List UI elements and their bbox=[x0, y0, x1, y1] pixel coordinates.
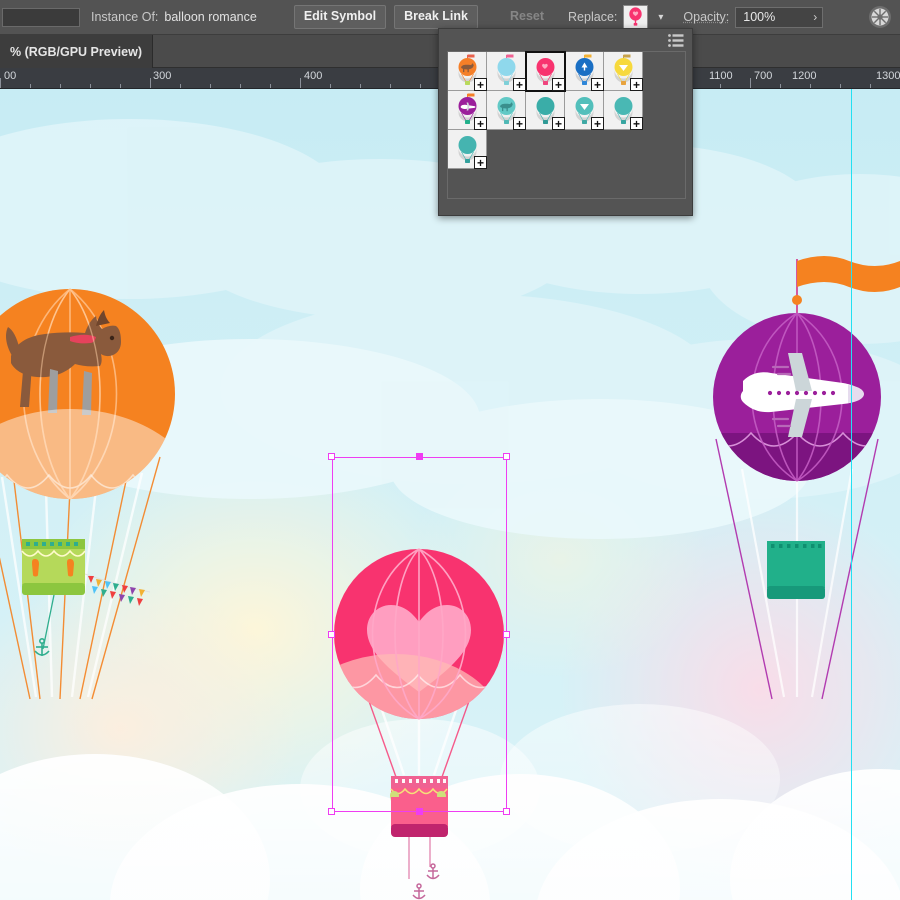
color-wheel-icon[interactable] bbox=[868, 5, 892, 29]
symbol-thumbnail-balloon-teal-diamond[interactable]: + bbox=[565, 91, 604, 130]
ruler-tick bbox=[780, 84, 781, 88]
instance-of-group: Instance Of: balloon romance bbox=[91, 10, 257, 24]
opacity-group: Opacity: 100% › bbox=[683, 6, 824, 28]
ruler-tick bbox=[90, 84, 91, 88]
ruler-label: 1200 bbox=[792, 70, 817, 82]
symbols-grid-row: + bbox=[448, 130, 685, 169]
reset-button: Reset bbox=[500, 5, 554, 29]
symbol-thumbnail-balloon-teal-c[interactable]: + bbox=[448, 130, 487, 169]
symbol-thumbnail-balloon-airplane-purple[interactable]: + bbox=[448, 91, 487, 130]
symbols-grid-row: + + + + + bbox=[448, 91, 685, 130]
ruler-tick bbox=[240, 84, 241, 88]
symbol-registration-plus-icon: + bbox=[474, 78, 487, 91]
ruler-tick bbox=[0, 78, 1, 88]
break-link-button[interactable]: Break Link bbox=[394, 5, 478, 29]
opacity-field[interactable]: 100% › bbox=[735, 6, 824, 28]
symbol-registration-plus-icon: + bbox=[513, 78, 526, 91]
ruler-label: 700 bbox=[754, 70, 773, 82]
basket bbox=[767, 541, 825, 599]
opacity-label[interactable]: Opacity: bbox=[683, 10, 729, 24]
symbol-thumbnail-balloon-teal-b[interactable]: + bbox=[604, 91, 643, 130]
balloon-romance-thumb-icon bbox=[629, 6, 643, 26]
symbol-thumbnail-balloon-dog-orange[interactable]: + bbox=[448, 52, 487, 91]
symbol-thumbnail-balloon-romance[interactable]: + bbox=[525, 51, 566, 92]
ruler-tick bbox=[810, 84, 811, 88]
symbols-panel-header bbox=[439, 29, 692, 51]
illustrator-window: Instance Of: balloon romance Edit Symbol… bbox=[0, 0, 900, 900]
ruler-label: 400 bbox=[304, 70, 323, 82]
replace-group: Replace: ▾ bbox=[568, 4, 667, 30]
vertical-guide[interactable] bbox=[851, 89, 852, 900]
ruler-label: 1100 bbox=[709, 70, 733, 82]
chevron-down-icon[interactable]: ▾ bbox=[654, 12, 667, 23]
replace-label: Replace: bbox=[568, 10, 618, 24]
symbol-registration-plus-icon: + bbox=[474, 156, 487, 169]
ruler-tick bbox=[210, 84, 211, 88]
ruler-tick bbox=[60, 84, 61, 88]
ruler-tick bbox=[300, 78, 301, 88]
ruler-tick bbox=[330, 84, 331, 88]
symbols-grid-row: + + + + + bbox=[448, 51, 685, 92]
symbol-thumbnail-balloon-lightblue[interactable]: + bbox=[487, 52, 526, 91]
symbol-name-input[interactable] bbox=[2, 7, 80, 27]
symbol-thumbnail-balloon-teal-dog[interactable]: + bbox=[487, 91, 526, 130]
symbol-registration-plus-icon: + bbox=[630, 78, 643, 91]
ruler-tick bbox=[150, 78, 151, 88]
symbols-grid[interactable]: + + + + + + + + + + + bbox=[447, 51, 686, 199]
ruler-tick bbox=[750, 78, 751, 88]
ruler-tick bbox=[270, 84, 271, 88]
ruler-label: 1300 bbox=[876, 70, 900, 82]
ruler-tick bbox=[720, 84, 721, 88]
symbol-registration-plus-icon: + bbox=[552, 117, 565, 130]
ruler-tick bbox=[390, 84, 391, 88]
symbol-registration-plus-icon: + bbox=[591, 78, 604, 91]
edit-symbol-button[interactable]: Edit Symbol bbox=[293, 5, 387, 29]
ruler-label: 300 bbox=[153, 70, 172, 82]
opacity-value: 100% bbox=[743, 10, 776, 24]
ruler-tick bbox=[360, 84, 361, 88]
ruler-tick bbox=[870, 84, 871, 88]
ruler-tick bbox=[120, 84, 121, 88]
instance-of-label: Instance Of: bbox=[91, 10, 159, 24]
ruler-tick bbox=[180, 84, 181, 88]
document-tab[interactable]: % (RGB/GPU Preview) bbox=[0, 35, 153, 68]
ruler-tick bbox=[420, 84, 421, 88]
ruler-tick bbox=[840, 84, 841, 88]
symbols-flyout-panel[interactable]: + + + + + + + + + + + bbox=[438, 28, 693, 216]
symbol-registration-plus-icon: + bbox=[474, 117, 487, 130]
panel-menu-icon[interactable] bbox=[668, 34, 684, 47]
symbol-thumbnail-balloon-blue[interactable]: + bbox=[565, 52, 604, 91]
document-tab-label: % (RGB/GPU Preview) bbox=[10, 44, 142, 59]
symbol-registration-plus-icon: + bbox=[630, 117, 643, 130]
symbol-registration-plus-icon: + bbox=[513, 117, 526, 130]
chevron-right-icon[interactable]: › bbox=[813, 10, 817, 24]
replace-symbol-swatch[interactable] bbox=[623, 4, 649, 30]
symbol-thumbnail-balloon-teal-a[interactable]: + bbox=[526, 91, 565, 130]
symbol-registration-plus-icon: + bbox=[552, 78, 565, 91]
instance-name-value: balloon romance bbox=[164, 10, 257, 24]
ruler-label: 00 bbox=[4, 70, 17, 82]
ruler-tick bbox=[30, 84, 31, 88]
symbol-registration-plus-icon: + bbox=[591, 117, 604, 130]
symbol-thumbnail-balloon-yellow[interactable]: + bbox=[604, 52, 643, 91]
